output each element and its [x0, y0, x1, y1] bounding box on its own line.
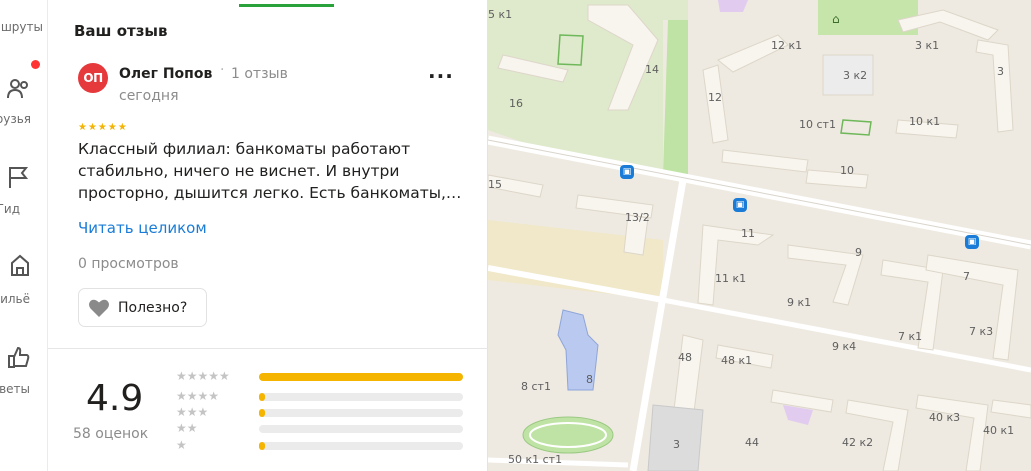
map-label: 40 к3: [929, 411, 961, 424]
review-panel: Ваш отзыв ОП Олег Попов · 1 отзыв сегодн…: [48, 0, 488, 471]
rating-row-stars: ★★: [176, 421, 198, 435]
review-date: сегодня: [119, 88, 179, 104]
map-label: 11 к1: [715, 272, 747, 285]
map-canvas[interactable]: [488, 0, 1031, 471]
rating-row-fill: [259, 373, 463, 381]
map-view[interactable]: 5 к1 16 14 12 к1 3 к1 3 к2 3 12 10 ст1 1…: [488, 0, 1031, 471]
map-label: 3: [997, 65, 1004, 78]
friends-icon: [7, 79, 28, 99]
rating-value: 4.9: [86, 378, 144, 419]
rating-row-bar: [259, 393, 463, 401]
rating-row-stars: ★★★★: [176, 389, 220, 403]
rating-row-stars: ★★★: [176, 405, 209, 419]
rating-row-bar: [259, 442, 463, 450]
read-more-link[interactable]: Читать целиком: [78, 219, 207, 237]
bus-stop-icon[interactable]: ▣: [733, 198, 747, 212]
nav-item-friends[interactable]: рузья: [0, 70, 47, 130]
nav-item-label: шруты: [0, 20, 43, 34]
map-label: 10 к1: [909, 115, 941, 128]
nav-item-label: ильё: [0, 292, 30, 306]
map-label: 10: [840, 164, 854, 177]
map-label: 50 к1 ст1: [508, 453, 563, 466]
map-label: 16: [509, 97, 523, 110]
nav-rail: шруты рузья Гид ильё веты: [0, 0, 48, 471]
map-label: 14: [645, 63, 659, 76]
map-label: 10 ст1: [799, 118, 836, 131]
map-label: 5 к1: [488, 8, 513, 21]
rating-row-bar: [259, 409, 463, 417]
nav-item-label: веты: [0, 382, 30, 396]
divider: [48, 348, 488, 349]
house-tag-icon: [11, 254, 29, 276]
bus-stop-icon[interactable]: ▣: [620, 165, 634, 179]
map-label: 11: [741, 227, 755, 240]
map-label: 48 к1: [721, 354, 753, 367]
rating-row-stars: ★: [176, 438, 187, 452]
map-label: 9 к4: [832, 340, 857, 353]
helpful-button[interactable]: Полезно?: [78, 288, 207, 327]
map-label: 3: [673, 438, 680, 451]
rating-row-fill: [259, 393, 266, 401]
section-title: Ваш отзыв: [74, 22, 168, 40]
helpful-label: Полезно?: [118, 299, 188, 316]
map-label: 15: [488, 178, 502, 191]
separator-dot: ·: [220, 62, 225, 78]
notification-dot: [31, 60, 40, 69]
map-label: 42 к2: [842, 436, 874, 449]
nav-item-label: рузья: [0, 112, 31, 126]
rating-row-fill: [259, 442, 266, 450]
rating-row-bar: [259, 373, 463, 381]
views-count: 0 просмотров: [78, 256, 179, 272]
heart-icon: [89, 299, 109, 317]
landmark-icon[interactable]: ⌂: [832, 12, 840, 26]
map-label: 13/2: [625, 211, 650, 224]
more-options-button[interactable]: ···: [428, 64, 454, 88]
nav-item-label: Гид: [0, 202, 20, 216]
review-stars: ★★★★★: [78, 122, 128, 133]
map-label: 44: [745, 436, 759, 449]
rating-row-stars: ★★★★★: [176, 369, 230, 383]
author-review-count: 1 отзыв: [231, 66, 288, 82]
map-label: 7 к1: [898, 330, 923, 343]
map-label: 40 к1: [983, 424, 1015, 437]
nav-item-guide[interactable]: Гид: [0, 160, 47, 220]
map-label: 8 ст1: [521, 380, 551, 393]
nav-item-routes[interactable]: шруты: [0, 0, 47, 50]
map-label: 9: [855, 246, 862, 259]
map-label: 48: [678, 351, 692, 364]
flag-icon: [9, 167, 29, 188]
map-label: 7 к3: [969, 325, 994, 338]
avatar[interactable]: ОП: [78, 63, 108, 93]
map-label: 12 к1: [771, 39, 803, 52]
active-tab-indicator: [239, 4, 334, 7]
rating-row-fill: [259, 409, 266, 417]
more-dots-icon: ···: [428, 64, 454, 88]
thumbs-up-icon: [8, 346, 30, 368]
map-label: 8: [586, 373, 593, 386]
nav-item-housing[interactable]: ильё: [0, 250, 47, 310]
map-label: 3 к2: [843, 69, 868, 82]
rating-row-bar: [259, 425, 463, 433]
map-label: 3 к1: [915, 39, 940, 52]
map-label: 9 к1: [787, 296, 812, 309]
bus-stop-icon[interactable]: ▣: [965, 235, 979, 249]
nav-item-advice[interactable]: веты: [0, 340, 47, 400]
review-text: Классный филиал: банкоматы работают стаб…: [78, 140, 462, 202]
rating-count[interactable]: 58 оценок: [73, 426, 148, 442]
map-label: 12: [708, 91, 722, 104]
author-name[interactable]: Олег Попов: [119, 66, 212, 82]
map-label: 7: [963, 270, 970, 283]
